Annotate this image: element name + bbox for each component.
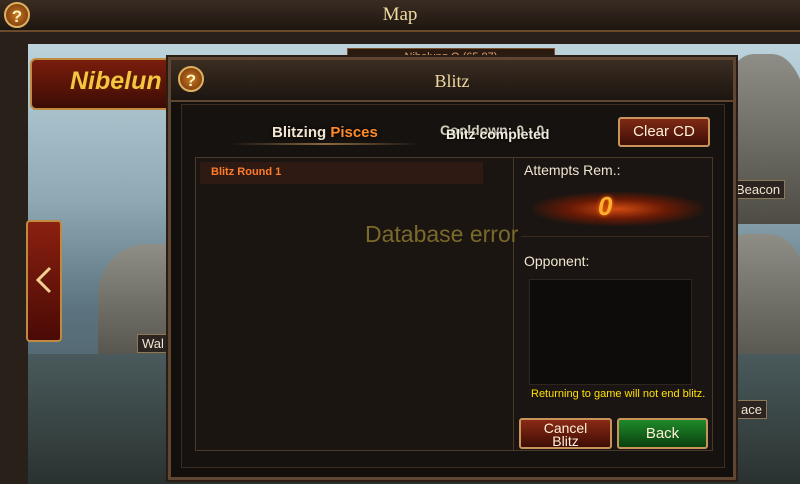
- blitz-title: Blitz: [434, 71, 470, 91]
- blitz-help-button[interactable]: ?: [178, 66, 204, 92]
- cancel-blitz-button[interactable]: Cancel Blitz: [519, 418, 612, 449]
- attempts-label: Attempts Rem.:: [524, 162, 621, 178]
- blitz-status-prefix: Blitzing: [272, 124, 327, 141]
- opponent-label: Opponent:: [524, 253, 590, 269]
- blitz-status: Blitzing Pisces: [272, 124, 378, 141]
- divider: [521, 236, 709, 237]
- map-nav-left-button[interactable]: [26, 220, 62, 342]
- rounds-panel: [195, 157, 514, 451]
- blitz-completed-text: Blitz completed: [446, 126, 550, 142]
- clear-cd-button[interactable]: Clear CD: [618, 117, 710, 147]
- status-underline: [230, 143, 420, 145]
- round-label: Blitz Round 1: [211, 166, 282, 178]
- map-location-beacon[interactable]: Beacon: [731, 180, 786, 199]
- blitz-status-target: Pisces: [330, 124, 378, 141]
- back-button[interactable]: Back: [617, 418, 708, 449]
- map-location-right[interactable]: ace: [736, 400, 767, 419]
- map-help-button[interactable]: ?: [4, 2, 30, 28]
- attempts-glow: [533, 192, 703, 226]
- map-location-left[interactable]: Wal: [137, 334, 169, 353]
- arrow-left-icon: [35, 266, 52, 294]
- region-name: Nibelun: [70, 67, 162, 95]
- opponent-portrait: [529, 279, 692, 385]
- attempts-value: 0: [598, 191, 613, 221]
- error-message: Database error: [365, 221, 519, 247]
- map-title: Map: [382, 4, 418, 25]
- cancel-label-line2: Blitz: [552, 433, 579, 449]
- return-note: Returning to game will not end blitz.: [531, 388, 706, 400]
